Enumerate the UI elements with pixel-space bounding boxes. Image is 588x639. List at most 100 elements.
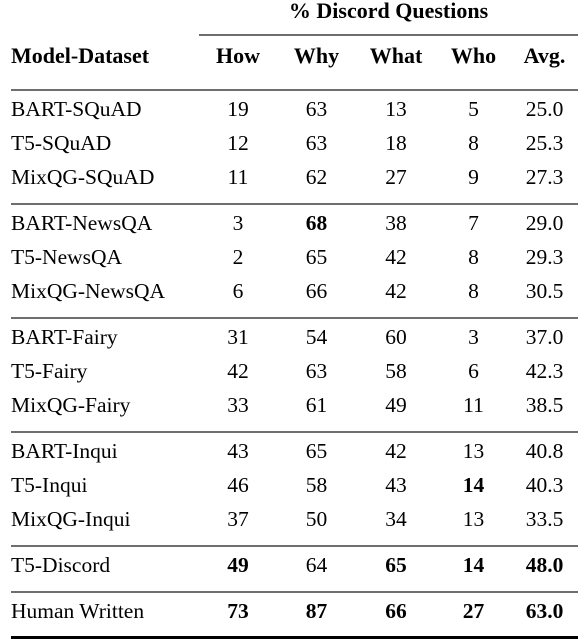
cell-how: 6 xyxy=(232,279,244,303)
cell-what: 27 xyxy=(385,165,407,189)
rule-segment-model xyxy=(11,313,199,322)
rule-segment-model xyxy=(11,199,199,208)
block-separator-rule-squad xyxy=(11,85,579,94)
rule-segment-questions xyxy=(199,199,511,208)
cell-avg: 25.0 xyxy=(525,97,564,121)
cell-why: 58 xyxy=(305,473,328,497)
cell-why: 64 xyxy=(305,553,328,577)
results-table: % Discord Questions Model-Dataset How Wh… xyxy=(11,0,579,633)
rule-segment-questions xyxy=(199,541,511,550)
cell-who: 14 xyxy=(462,553,485,577)
cell-who: 27 xyxy=(462,599,485,623)
cell-what: 60 xyxy=(385,325,407,349)
cell-avg: 40.3 xyxy=(525,473,564,497)
cell-what: 65 xyxy=(385,553,407,577)
cell-who: 8 xyxy=(468,279,479,303)
cell-model-dataset: BART-NewsQA xyxy=(11,211,153,235)
cell-how: 2 xyxy=(232,245,244,269)
cell-how: 33 xyxy=(227,393,249,417)
group-header-label: % Discord Questions xyxy=(288,0,489,23)
cell-avg: 48.0 xyxy=(525,553,564,577)
cell-why: 61 xyxy=(305,393,328,417)
cell-how: 49 xyxy=(227,553,249,577)
cell-avg: 25.3 xyxy=(525,131,564,155)
block-separator-rule-newsqa xyxy=(11,199,579,208)
cell-avg: 29.0 xyxy=(525,211,564,235)
table-row: MixQG-NewsQA 6 66 42 8 30.5 xyxy=(11,279,578,313)
cell-how: 11 xyxy=(227,165,249,189)
cell-what: 49 xyxy=(385,393,407,417)
rule-segment-avg xyxy=(511,427,579,436)
table-row: T5-Discord 49 64 65 14 48.0 xyxy=(11,550,578,587)
cell-what: 38 xyxy=(385,211,407,235)
cell-avg: 30.5 xyxy=(525,279,564,303)
column-header-model-dataset: Model-Dataset xyxy=(11,43,150,68)
group-header-row: % Discord Questions xyxy=(11,0,578,30)
cell-why: 66 xyxy=(305,279,328,303)
rule-segment-model xyxy=(11,541,199,550)
cell-who: 5 xyxy=(468,97,479,121)
cell-why: 50 xyxy=(305,507,328,531)
cell-why: 54 xyxy=(305,325,328,349)
column-header-row: Model-Dataset How Why What Who Avg. xyxy=(11,39,578,85)
table-row: BART-SQuAD 19 63 13 5 25.0 xyxy=(11,94,578,131)
cell-model-dataset: MixQG-SQuAD xyxy=(11,165,155,189)
cell-what: 42 xyxy=(385,439,407,463)
cell-why: 63 xyxy=(305,131,328,155)
cell-how: 43 xyxy=(227,439,249,463)
cell-model-dataset: T5-Fairy xyxy=(11,359,88,383)
table-row: T5-Inqui 46 58 43 14 40.3 xyxy=(11,473,578,507)
cell-model-dataset: BART-Inqui xyxy=(11,439,118,463)
column-header-why: Why xyxy=(293,43,340,68)
block-separator-rule-discord xyxy=(11,541,579,550)
cell-model-dataset: Human Written xyxy=(11,599,145,623)
group-header-spacer xyxy=(11,0,199,30)
table-row: Human Written 73 87 66 27 63.0 xyxy=(11,596,578,633)
cell-how: 37 xyxy=(227,507,249,531)
cell-how: 46 xyxy=(227,473,249,497)
cell-model-dataset: BART-SQuAD xyxy=(11,97,142,121)
cell-avg: 37.0 xyxy=(525,325,564,349)
rule-segment-questions xyxy=(199,427,511,436)
cell-who: 8 xyxy=(468,245,479,269)
cell-avg: 29.3 xyxy=(525,245,564,269)
cell-model-dataset: T5-Inqui xyxy=(11,473,88,497)
results-table-container: % Discord Questions Model-Dataset How Wh… xyxy=(0,0,588,639)
cell-why: 65 xyxy=(305,245,328,269)
cell-how: 19 xyxy=(227,97,249,121)
cell-what: 58 xyxy=(385,359,407,383)
table-row: BART-NewsQA 3 68 38 7 29.0 xyxy=(11,208,578,245)
cell-model-dataset: MixQG-Inqui xyxy=(11,507,131,531)
cell-how: 73 xyxy=(227,599,249,623)
rule-segment-questions xyxy=(199,587,511,596)
cell-how: 12 xyxy=(227,131,249,155)
rule-segment-model xyxy=(11,587,199,596)
cell-model-dataset: MixQG-NewsQA xyxy=(11,279,166,303)
cell-avg: 33.5 xyxy=(525,507,564,531)
cell-model-dataset: BART-Fairy xyxy=(11,325,118,349)
table-row: T5-Fairy 42 63 58 6 42.3 xyxy=(11,359,578,393)
column-header-avg: Avg. xyxy=(523,43,566,68)
cell-why: 65 xyxy=(305,439,328,463)
group-header-rule-row xyxy=(11,30,579,39)
cell-why: 63 xyxy=(305,359,328,383)
cell-what: 13 xyxy=(385,97,407,121)
cell-who: 7 xyxy=(468,211,479,235)
cell-how: 31 xyxy=(227,325,249,349)
table-row: BART-Inqui 43 65 42 13 40.8 xyxy=(11,436,578,473)
table-row: MixQG-Fairy 33 61 49 11 38.5 xyxy=(11,393,578,427)
cell-who: 3 xyxy=(468,325,479,349)
cell-why: 63 xyxy=(305,97,328,121)
table-row: MixQG-Inqui 37 50 34 13 33.5 xyxy=(11,507,578,541)
block-separator-rule-inqui xyxy=(11,427,579,436)
cell-avg: 42.3 xyxy=(525,359,564,383)
group-header-rule xyxy=(199,30,579,39)
cell-avg: 63.0 xyxy=(525,599,564,623)
rule-segment-avg xyxy=(511,85,579,94)
cell-who: 6 xyxy=(468,359,479,383)
table-row: T5-NewsQA 2 65 42 8 29.3 xyxy=(11,245,578,279)
cell-how: 3 xyxy=(232,211,244,235)
cell-model-dataset: T5-NewsQA xyxy=(11,245,123,269)
cell-model-dataset: T5-SQuAD xyxy=(11,131,112,155)
rule-segment-model xyxy=(11,85,199,94)
